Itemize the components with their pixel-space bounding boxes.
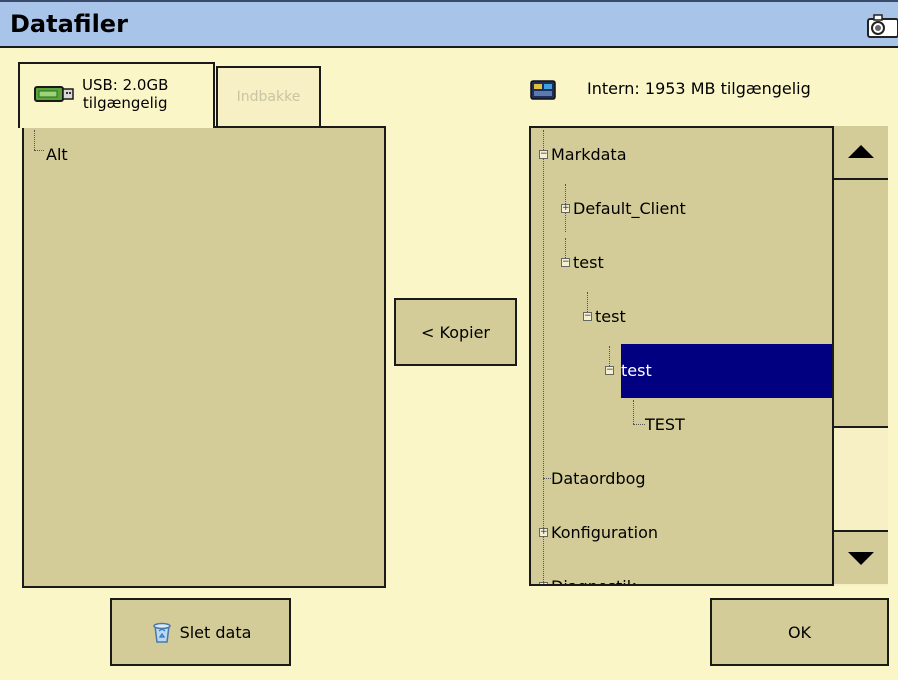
ok-button-label: OK [787,622,812,642]
usb-drive-icon [34,86,74,102]
tab-inbox-label: Indbakke [236,89,301,105]
tree-expander[interactable]: + [539,582,548,584]
internal-capacity-label: Intern: 1953 MB tilgængelig [587,79,811,98]
tree-connector [633,400,634,424]
tree-item-diagnostik[interactable]: Diagnostik [551,577,636,584]
tab-usb[interactable]: USB: 2.0GB tilgængelig [18,62,215,128]
window-title: Datafiler [10,10,128,38]
tree-connector [34,130,35,150]
ok-button[interactable]: OK [710,598,889,666]
tree-connector [587,292,588,312]
tree-connector [609,346,610,366]
delete-data-button[interactable]: Slet data [110,598,291,666]
usb-file-tree[interactable]: Alt [22,126,386,588]
tree-connector [543,130,544,584]
tree-item-test-3-selected[interactable]: test [621,361,652,380]
scroll-up-button[interactable] [834,126,888,180]
tree-expander[interactable]: − [539,150,548,159]
scroll-thumb[interactable] [834,180,888,428]
tree-scrollbar[interactable] [832,126,888,586]
tree-expander[interactable]: + [561,204,570,213]
tree-connector [633,424,645,425]
tree-expander[interactable]: − [583,312,592,321]
tree-connector [565,238,566,258]
display-icon [530,80,556,100]
tree-item-konfiguration[interactable]: Konfiguration [551,523,658,542]
usb-capacity-line1: USB: 2.0GB [82,76,169,94]
tree-connector [34,150,44,151]
triangle-down-icon [848,552,874,565]
tree-expander[interactable]: − [605,366,614,375]
tree-item-default-client[interactable]: Default_Client [573,199,686,218]
usb-capacity-line2: tilgængelig [82,94,168,112]
copy-button[interactable]: < Kopier [394,298,517,366]
triangle-up-icon [848,145,874,158]
tree-item-alt[interactable]: Alt [46,145,68,164]
usb-capacity-label: USB: 2.0GB tilgængelig [82,76,168,112]
tree-connector [543,478,551,479]
tree-item-test-leaf[interactable]: TEST [645,415,685,434]
tree-item-test-1[interactable]: test [573,253,604,272]
tree-item-dataordbog[interactable]: Dataordbog [551,469,646,488]
selected-row-highlight[interactable] [621,344,834,398]
tree-item-markdata[interactable]: Markdata [551,145,627,164]
delete-data-label: Slet data [179,622,252,642]
scroll-down-button[interactable] [834,530,888,584]
title-bar: Datafiler [0,0,898,48]
tree-item-test-2[interactable]: test [595,307,626,326]
tree-expander[interactable]: − [561,258,570,267]
recycle-bin-icon [152,622,171,643]
camera-icon[interactable] [866,14,898,38]
tab-inbox[interactable]: Indbakke [216,66,321,126]
tree-expander[interactable]: + [539,528,548,537]
copy-button-label: < Kopier [421,322,490,342]
